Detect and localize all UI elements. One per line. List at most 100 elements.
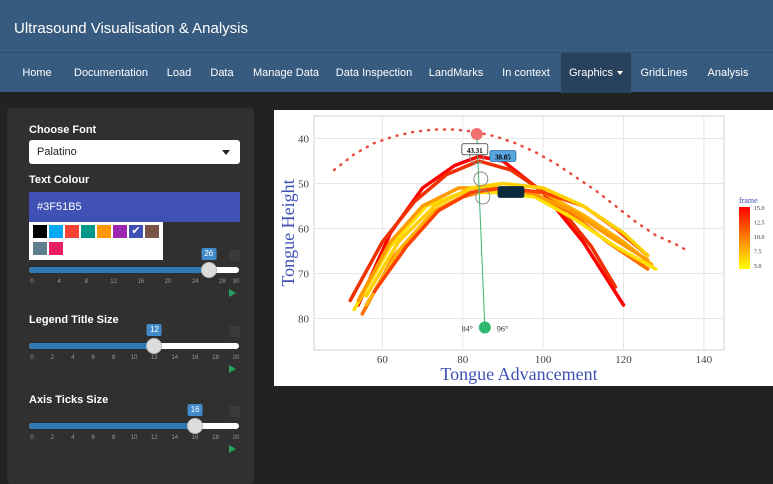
angle-label: 96°: [497, 325, 508, 334]
slider-tick-label: 20: [232, 435, 240, 441]
slider-tick-label: 8: [84, 279, 89, 285]
distance-label-box: [497, 186, 525, 198]
slider-handle[interactable]: [200, 262, 217, 278]
app-title: Ultrasound Visualisation & Analysis: [14, 20, 249, 37]
slider-fill: [29, 343, 155, 349]
slider-tick-label: 10: [130, 355, 138, 361]
colour-swatch[interactable]: [33, 225, 47, 238]
slider-tick-label: 14: [171, 435, 179, 441]
slider-tick-label: 8: [111, 355, 116, 361]
slider-value: 16: [187, 404, 203, 416]
legend-tick-label: 12.5: [754, 221, 765, 227]
nav-load[interactable]: Load: [160, 53, 198, 93]
y-axis-label: Tongue Height: [278, 179, 298, 286]
play-icon[interactable]: [229, 289, 236, 297]
slider-tick-label: 6: [91, 435, 95, 441]
play-icon[interactable]: [229, 445, 236, 453]
y-tick-label: 50: [298, 179, 310, 191]
nav-data[interactable]: Data: [202, 53, 242, 93]
font-label: Choose Font: [29, 124, 97, 136]
colour-swatch[interactable]: [113, 225, 127, 238]
slider-tick-label: 0: [30, 355, 34, 361]
x-tick-label: 120: [615, 354, 632, 366]
slider-ticks: 0 4 8 12 16 20 24 28 30: [29, 279, 241, 289]
legend-colorbar: [739, 207, 750, 269]
y-tick-label: 80: [298, 314, 310, 326]
slider-box: [229, 250, 240, 261]
chevron-down-icon: [617, 71, 624, 76]
dropdown-arrow-icon: [222, 150, 230, 155]
colour-swatch[interactable]: [65, 225, 79, 238]
slider-tick-label: 6: [91, 355, 95, 361]
y-tick-label: 40: [298, 134, 310, 146]
slider-tick-label: 20: [164, 279, 172, 285]
slider-tick-label: 8: [111, 435, 116, 441]
slider-tick-label: 0: [30, 435, 34, 441]
slider-tick-label: 2: [50, 355, 55, 361]
legend-tick-label: 5.0: [754, 264, 762, 270]
slider-fill: [29, 267, 209, 273]
nav-documentation[interactable]: Documentation: [66, 53, 156, 93]
slider-tick-label: 10: [130, 435, 138, 441]
nav-analysis[interactable]: Analysis: [698, 53, 758, 93]
slider-box: [229, 406, 240, 417]
main-navbar: Home Documentation Load Data Manage Data…: [0, 52, 773, 93]
legend-size-label: Legend Title Size: [29, 314, 119, 326]
slider-handle[interactable]: [187, 418, 204, 434]
nav-manage-data[interactable]: Manage Data: [246, 53, 326, 93]
tongue-plot[interactable]: 405060708060 80 100 120 140Tongue Advancemen…: [274, 110, 773, 386]
slider-tick-label: 4: [71, 355, 75, 361]
distance-label: 43.31: [467, 147, 483, 155]
slider-ticks: 0 2 4 6 8 10 12 14 16 18 20: [29, 435, 241, 445]
colour-swatch[interactable]: [97, 225, 111, 238]
colour-swatch[interactable]: [81, 225, 95, 238]
legend-size-slider[interactable]: 12 0 2 4 6 8 10 12 14 16 18 20: [29, 324, 241, 373]
distance-label: 38.85: [495, 154, 511, 162]
slider-tick-label: 0: [30, 279, 34, 285]
slider-tick-label: 24: [191, 279, 199, 285]
nav-in-context[interactable]: In context: [494, 53, 558, 93]
slider-tick-label: 16: [191, 355, 199, 361]
font-select[interactable]: Palatino: [29, 140, 240, 164]
x-tick-label: 60: [377, 354, 389, 366]
x-tick-label: 140: [696, 354, 713, 366]
colour-swatch[interactable]: ✔: [129, 225, 143, 238]
slider-fill: [29, 423, 196, 429]
slider-tick-label: 16: [137, 279, 145, 285]
nav-landmarks[interactable]: LandMarks: [422, 53, 490, 93]
nav-home[interactable]: Home: [14, 53, 60, 93]
angle-label: 84°: [462, 325, 473, 334]
slider-tick-label: 30: [232, 279, 240, 285]
slider-value: 12: [146, 324, 162, 336]
colour-swatch[interactable]: [145, 225, 159, 238]
slider-box: [229, 326, 240, 337]
origin-marker: [478, 321, 491, 334]
slider-tick-label: 4: [57, 279, 61, 285]
slider-value: 26: [201, 248, 217, 260]
axis-size-label: Axis Ticks Size: [29, 394, 109, 406]
nav-graphics[interactable]: Graphics: [561, 53, 631, 93]
colour-input[interactable]: #3F51B5: [29, 192, 240, 222]
legend-tick-label: 15.0: [754, 206, 765, 212]
colour-label: Text Colour: [29, 174, 90, 186]
app-header: Ultrasound Visualisation & Analysis: [0, 0, 773, 52]
colour-swatch[interactable]: [49, 225, 63, 238]
axis-size-slider[interactable]: 16 0 2 4 6 8 10 12 14 16 18 20: [29, 404, 241, 453]
palate-marker: [470, 128, 483, 140]
slider-tick-label: 12: [110, 279, 117, 285]
text-size-slider[interactable]: 26 0 4 8 12 16 20 24 28 30: [29, 248, 241, 297]
nav-data-inspection[interactable]: Data Inspection: [330, 53, 418, 93]
slider-tick-label: 20: [232, 355, 240, 361]
slider-tick-label: 4: [71, 435, 75, 441]
nav-graphics-label: Graphics: [568, 67, 614, 79]
plot-area: [313, 115, 725, 351]
nav-gridlines[interactable]: GridLines: [634, 53, 694, 93]
slider-tick-label: 12: [151, 355, 158, 361]
x-axis-label: Tongue Advancement: [440, 364, 597, 384]
slider-tick-label: 12: [151, 435, 158, 441]
play-icon[interactable]: [229, 365, 236, 373]
slider-handle[interactable]: [146, 338, 163, 354]
settings-sidebar: Choose Font Palatino Text Colour #3F51B5…: [7, 108, 254, 484]
y-tick-label: 60: [298, 224, 310, 236]
slider-tick-label: 18: [212, 435, 219, 441]
